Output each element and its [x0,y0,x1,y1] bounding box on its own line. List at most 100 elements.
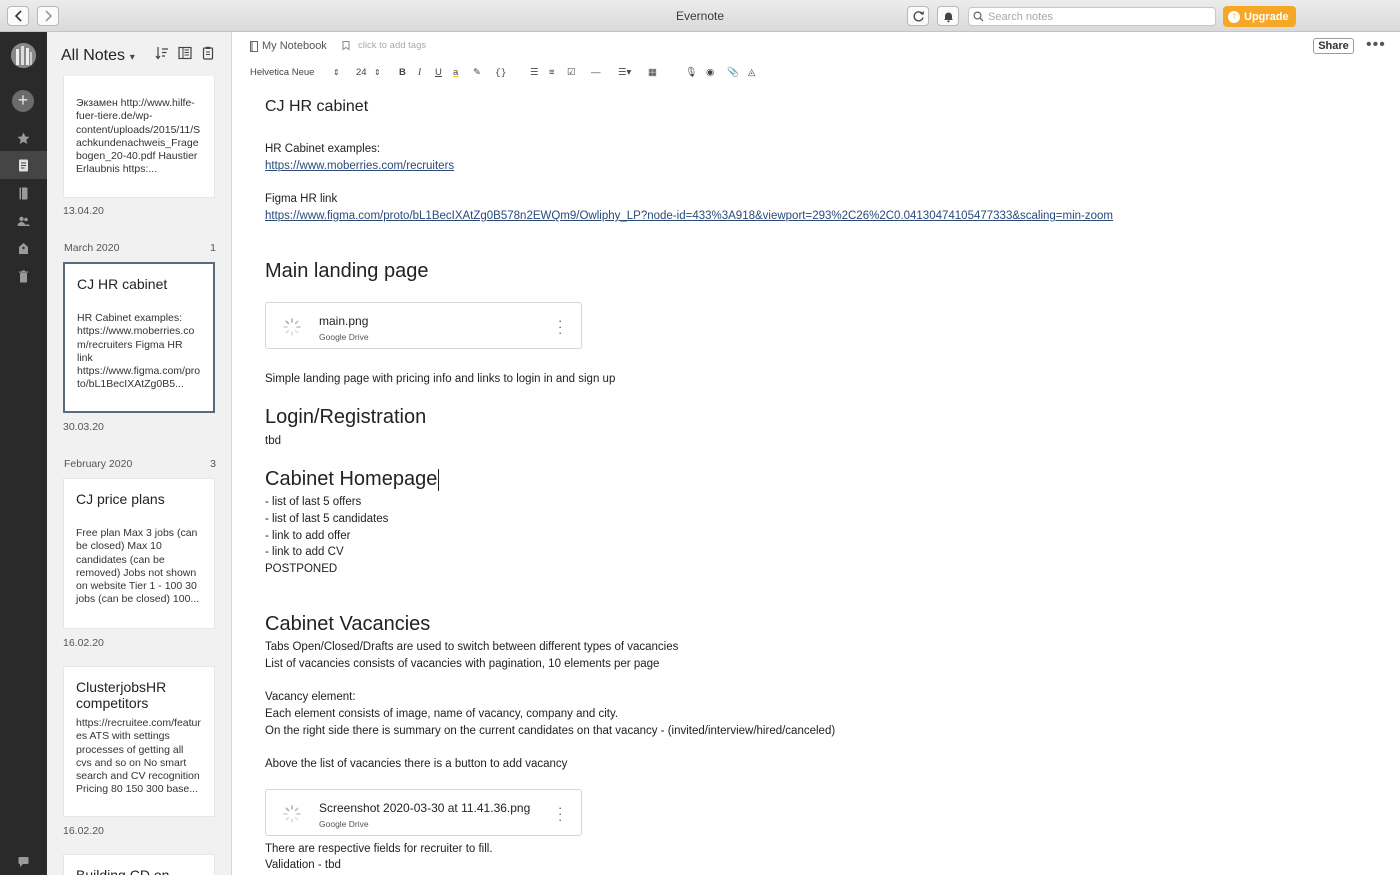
new-note-button[interactable]: + [12,90,34,112]
note-card-title: CJ price plans [76,491,165,507]
notebook-icon [19,187,28,199]
sort-icon[interactable] [155,46,169,60]
reminder-filter-icon[interactable] [201,46,215,60]
note-list-title[interactable]: All Notes ▾ [61,47,135,65]
group-label: February 2020 [64,458,133,470]
view-options-icon[interactable] [178,46,192,60]
attachment-card[interactable]: main.png Google Drive · · · [265,302,582,349]
vacancies-heading: Cabinet Vacancies [265,613,431,635]
notebook-icon [250,40,258,52]
people-icon [17,216,30,226]
notebook-name: My Notebook [262,40,327,52]
note-list-panel: All Notes ▾ Экзамен http://www.hilfe-fue… [47,32,232,875]
size-stepper-icon[interactable]: ⇕ [374,66,381,80]
chevron-left-icon [14,10,22,22]
tag-icon [19,242,28,254]
attachment-source: Google Drive [319,819,369,829]
trash-button[interactable] [0,262,47,290]
tags-field[interactable]: click to add tags [341,40,426,51]
chevron-right-icon [44,10,52,22]
attachment-icon[interactable]: 📎 [727,66,739,80]
font-stepper-icon[interactable]: ⇕ [333,66,340,80]
attachment-menu-icon[interactable]: · · · [558,801,562,826]
group-label: March 2020 [64,242,120,254]
home-item: - link to add CV [265,546,344,558]
group-count: 1 [210,242,216,254]
vacancy-element-line: Each element consists of image, name of … [265,708,619,720]
vacancies-line: Tabs Open/Closed/Drafts are used to swit… [265,641,679,653]
hr-examples-link[interactable]: https://www.moberries.com/recruiters [265,158,454,175]
notes-button[interactable] [0,151,47,179]
note-card[interactable]: CJ price plans Free plan Max 3 jobs (can… [63,478,215,629]
attachment-menu-icon[interactable]: · · · [558,314,562,339]
home-item: POSTPONED [265,563,338,575]
text-color-icon[interactable]: a [453,66,458,80]
more-actions-button[interactable]: ••• [1366,36,1386,54]
notifications-button[interactable] [937,6,959,26]
note-card[interactable]: Building CD on [63,854,215,875]
vacancy-add-line: Above the list of vacancies there is a b… [265,758,568,770]
share-button[interactable]: Share [1313,38,1354,54]
home-item: - list of last 5 candidates [265,513,389,525]
font-family-select[interactable]: Helvetica Neue [250,66,314,80]
camera-icon[interactable]: ◉ [706,66,714,80]
notebook-selector[interactable]: My Notebook [249,40,327,52]
back-button[interactable] [7,6,29,26]
note-list-header: All Notes ▾ [47,32,231,76]
forward-button[interactable] [37,6,59,26]
note-card-snippet: https://recruitee.com/features ATS with … [76,717,201,796]
font-size-select[interactable]: 24 [356,66,367,80]
code-block-icon[interactable]: {} [495,66,506,80]
attachment-source: Google Drive [319,332,369,342]
login-heading: Login/Registration [265,406,427,428]
upgrade-arrow-icon: ↑ [1228,10,1240,23]
note-card[interactable]: Экзамен http://www.hilfe-fuer-tiere.de/w… [63,74,215,198]
attachment-card[interactable]: Screenshot 2020-03-30 at 11.41.36.png Go… [265,789,582,836]
left-rail: + [0,32,47,875]
avatar[interactable] [11,43,36,68]
align-icon[interactable]: ☰▾ [618,66,631,80]
validation-line: Validation - tbd [265,859,341,871]
note-card-selected[interactable]: CJ HR cabinet HR Cabinet examples: https… [63,262,215,413]
numbered-list-icon[interactable]: ≡ [549,66,555,80]
notebooks-button[interactable] [0,179,47,207]
sync-button[interactable] [907,6,929,26]
note-card-title: Building CD on [76,867,170,875]
home-heading-text: Cabinet Homepage [265,468,438,490]
note-title[interactable]: CJ HR cabinet [265,98,368,116]
note-card-date: 16.02.20 [63,825,104,837]
bold-icon[interactable]: B [399,66,406,80]
figma-label: Figma HR link [265,193,338,205]
vacancy-element-label: Vacancy element: [265,691,356,703]
note-card[interactable]: ClusterjobsHR competitors https://recrui… [63,666,215,817]
drive-icon[interactable]: ◬ [748,66,755,80]
work-chat-button[interactable] [0,234,47,262]
italic-icon[interactable]: I [418,66,421,80]
upgrade-label: Upgrade [1244,10,1289,23]
shared-button[interactable] [0,207,47,235]
microphone-icon[interactable]: 🎙 [685,66,697,80]
attachment-name: main.png [319,314,369,328]
home-item: - link to add offer [265,530,351,542]
checklist-icon[interactable]: ☑ [567,66,576,80]
table-icon[interactable]: ▦ [648,66,657,80]
shortcuts-button[interactable] [0,124,47,152]
note-card-title: ClusterjobsHR competitors [76,679,167,711]
horizontal-rule-icon[interactable]: — [591,66,601,80]
main-description: Simple landing page with pricing info an… [265,373,616,385]
attachment-name: Screenshot 2020-03-30 at 11.41.36.png [319,801,531,815]
work-chat-bottom-button[interactable] [0,847,47,875]
note-card-date: 30.03.20 [63,421,104,433]
upgrade-button[interactable]: ↑ Upgrade [1223,6,1296,27]
figma-link[interactable]: https://www.figma.com/proto/bL1BecIXAtZg… [265,208,1113,225]
trash-icon [19,270,28,282]
main-heading: Main landing page [265,260,429,282]
search-input[interactable] [988,10,1208,23]
search-box[interactable] [968,7,1216,26]
loading-spinner-icon [283,805,301,823]
underline-icon[interactable]: U [435,66,442,80]
title-bar: Evernote ↑ Upgrade [0,0,1400,32]
bullet-list-icon[interactable]: ☰ [530,66,539,80]
highlight-icon[interactable]: ✎ [473,66,481,80]
home-item: - list of last 5 offers [265,496,362,508]
